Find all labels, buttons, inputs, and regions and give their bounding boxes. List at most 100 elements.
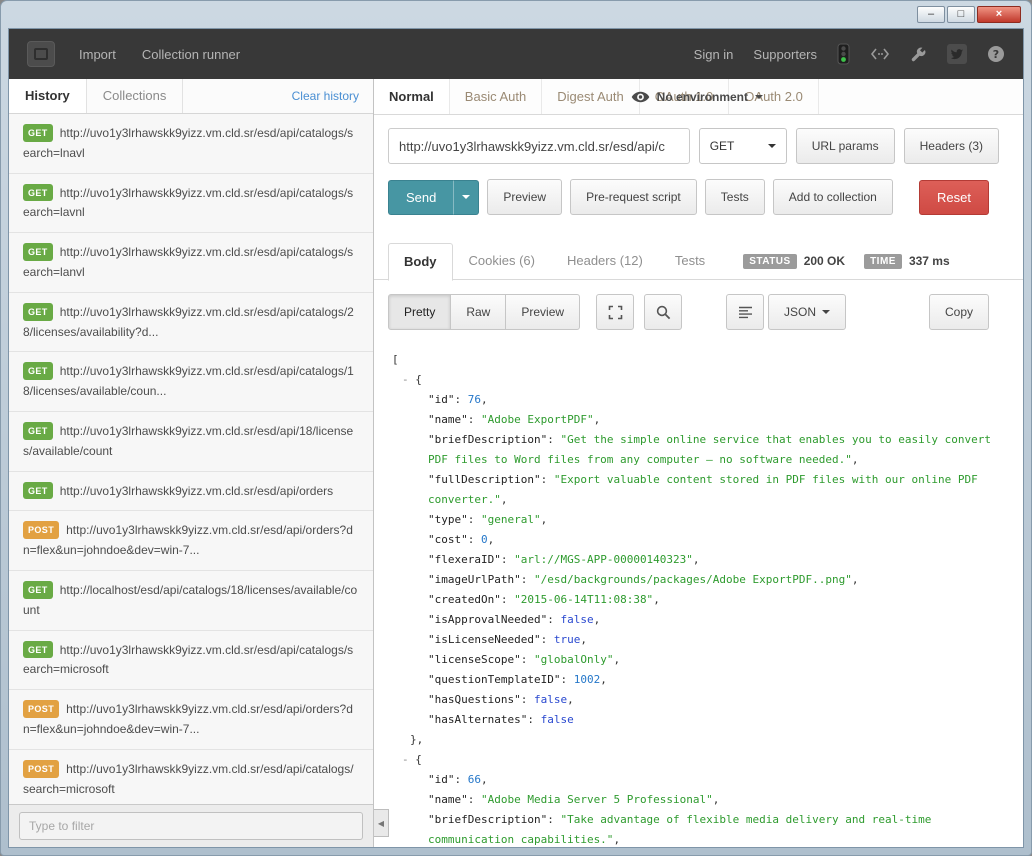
tab-history[interactable]: History: [9, 79, 87, 113]
view-button-raw[interactable]: Raw: [450, 294, 506, 330]
history-url: http://uvo1y3lrhawskk9yizz.vm.cld.sr/esd…: [23, 245, 353, 279]
history-url: http://uvo1y3lrhawskk9yizz.vm.cld.sr/esd…: [23, 523, 353, 557]
json-token: :: [541, 633, 554, 646]
json-token: "globalOnly": [534, 653, 613, 666]
import-button[interactable]: Import: [79, 47, 116, 62]
request-url-input[interactable]: [388, 128, 690, 164]
json-token: ,: [653, 593, 660, 606]
copy-button[interactable]: Copy: [929, 294, 989, 330]
response-tab-body[interactable]: Body: [388, 243, 453, 281]
tab-collections[interactable]: Collections: [87, 79, 184, 113]
twitter-icon[interactable]: [947, 44, 967, 64]
fold-toggle[interactable]: -: [402, 373, 409, 386]
preview-button[interactable]: Preview: [487, 179, 562, 215]
json-token: :: [455, 773, 468, 786]
history-item[interactable]: GEThttp://uvo1y3lrhawskk9yizz.vm.cld.sr/…: [9, 293, 373, 353]
code-line: },: [390, 730, 1001, 750]
code-line: "cost": 0,: [390, 530, 1001, 550]
url-params-button[interactable]: URL params: [796, 128, 895, 164]
status-badge: STATUS: [743, 254, 797, 269]
json-token: 76: [468, 393, 481, 406]
json-token: :: [521, 573, 534, 586]
method-badge: GET: [23, 422, 53, 440]
collapse-sidebar-button[interactable]: ◀: [374, 809, 389, 837]
wrench-icon[interactable]: [910, 46, 927, 63]
filter-input[interactable]: [19, 812, 363, 840]
method-select[interactable]: GET: [699, 128, 787, 164]
history-item[interactable]: GEThttp://uvo1y3lrhawskk9yizz.vm.cld.sr/…: [9, 174, 373, 234]
method-badge: GET: [23, 243, 53, 261]
collection-runner-button[interactable]: Collection runner: [142, 47, 240, 62]
traffic-light-icon[interactable]: [837, 43, 850, 65]
view-button-pretty[interactable]: Pretty: [388, 294, 451, 330]
history-item[interactable]: GEThttp://uvo1y3lrhawskk9yizz.vm.cld.sr/…: [9, 114, 373, 174]
app-logo-icon[interactable]: [27, 41, 55, 67]
json-token: :: [468, 533, 481, 546]
minimize-button[interactable]: –: [917, 6, 945, 23]
json-token: "name": [428, 413, 468, 426]
auth-tab-basic-auth[interactable]: Basic Auth: [450, 79, 542, 114]
code-brackets-icon[interactable]: [870, 47, 890, 61]
fold-toggle[interactable]: -: [402, 753, 409, 766]
auth-tab-normal[interactable]: Normal: [374, 79, 450, 114]
expand-button[interactable]: [596, 294, 634, 330]
clear-history-link[interactable]: Clear history: [292, 89, 373, 103]
headers-button[interactable]: Headers (3): [904, 128, 999, 164]
json-token: [: [392, 353, 399, 366]
send-button-group: Send: [388, 180, 479, 215]
pre-request-script-button[interactable]: Pre-request script: [570, 179, 697, 215]
view-toolbar: PrettyRawPreview JSON: [374, 280, 1023, 342]
json-token: ,: [594, 413, 601, 426]
code-line: "name": "Adobe Media Server 5 Profession…: [390, 790, 1001, 810]
auth-tab-digest-auth[interactable]: Digest Auth: [542, 79, 640, 114]
json-token: "imageUrlPath": [428, 573, 521, 586]
environment-selector[interactable]: No environment: [631, 79, 763, 115]
json-token: "fullDescription": [428, 473, 541, 486]
reset-button[interactable]: Reset: [919, 180, 989, 215]
json-token: "name": [428, 793, 468, 806]
json-token: :: [501, 553, 514, 566]
json-token: "questionTemplateID": [428, 673, 560, 686]
format-lines-button[interactable]: [726, 294, 764, 330]
history-item[interactable]: GEThttp://uvo1y3lrhawskk9yizz.vm.cld.sr/…: [9, 631, 373, 691]
history-item[interactable]: GEThttp://localhost/esd/api/catalogs/18/…: [9, 571, 373, 631]
history-item[interactable]: POSThttp://uvo1y3lrhawskk9yizz.vm.cld.sr…: [9, 750, 373, 804]
method-badge: POST: [23, 760, 59, 778]
tests-button[interactable]: Tests: [705, 179, 765, 215]
method-badge: POST: [23, 700, 59, 718]
history-item[interactable]: POSThttp://uvo1y3lrhawskk9yizz.vm.cld.sr…: [9, 511, 373, 571]
history-item[interactable]: GEThttp://uvo1y3lrhawskk9yizz.vm.cld.sr/…: [9, 412, 373, 472]
history-item[interactable]: GEThttp://uvo1y3lrhawskk9yizz.vm.cld.sr/…: [9, 233, 373, 293]
response-body: [- {"id": 76,"name": "Adobe ExportPDF","…: [374, 342, 1023, 847]
supporters-link[interactable]: Supporters: [753, 47, 817, 62]
response-tab-tests[interactable]: Tests: [659, 242, 721, 280]
code-line: "questionTemplateID": 1002,: [390, 670, 1001, 690]
json-token: ,: [580, 633, 587, 646]
search-button[interactable]: [644, 294, 682, 330]
sign-in-link[interactable]: Sign in: [694, 47, 734, 62]
view-button-preview[interactable]: Preview: [505, 294, 580, 330]
history-item[interactable]: GEThttp://uvo1y3lrhawskk9yizz.vm.cld.sr/…: [9, 472, 373, 512]
json-token: false: [541, 713, 574, 726]
chevron-down-icon: [462, 195, 470, 199]
method-badge: GET: [23, 362, 53, 380]
json-token: {: [409, 753, 422, 766]
close-button[interactable]: ×: [977, 6, 1021, 23]
code-line: "isLicenseNeeded": true,: [390, 630, 1001, 650]
time-value: 337 ms: [909, 254, 950, 268]
json-token: "isLicenseNeeded": [428, 633, 541, 646]
json-token: :: [521, 693, 534, 706]
add-to-collection-button[interactable]: Add to collection: [773, 179, 893, 215]
response-tab-headers-12[interactable]: Headers (12): [551, 242, 659, 280]
response-tab-cookies-6[interactable]: Cookies (6): [453, 242, 551, 280]
send-button[interactable]: Send: [388, 180, 453, 215]
history-item[interactable]: GEThttp://uvo1y3lrhawskk9yizz.vm.cld.sr/…: [9, 352, 373, 412]
send-options-button[interactable]: [453, 180, 479, 215]
maximize-button[interactable]: □: [947, 6, 975, 23]
help-icon[interactable]: ?: [987, 45, 1005, 63]
code-line: - {: [390, 370, 1001, 390]
chevron-down-icon: [822, 310, 830, 314]
history-url: http://uvo1y3lrhawskk9yizz.vm.cld.sr/esd…: [23, 702, 353, 736]
history-item[interactable]: POSThttp://uvo1y3lrhawskk9yizz.vm.cld.sr…: [9, 690, 373, 750]
format-select[interactable]: JSON: [768, 294, 846, 330]
